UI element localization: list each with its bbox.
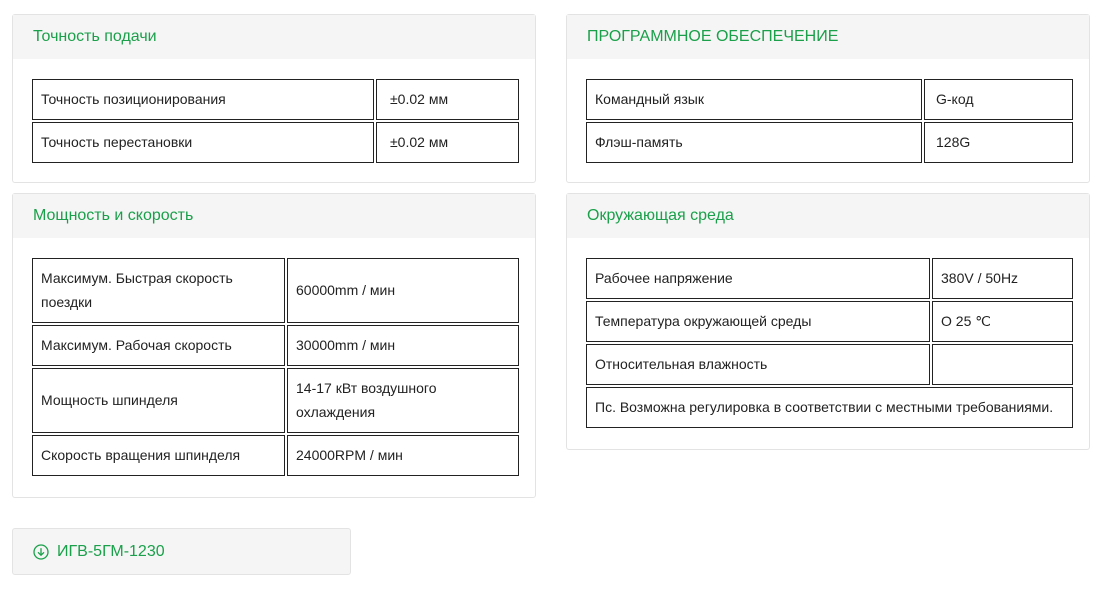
table-row: Командный язык G-код [586, 79, 1073, 120]
environment-header: Окружающая среда [567, 194, 1089, 238]
spec-value [932, 344, 1073, 385]
spec-value: ±0.02 мм [376, 122, 519, 163]
software-table: Командный язык G-код Флэш-память 128G [584, 77, 1075, 165]
spec-value: 30000mm / мин [287, 325, 519, 366]
table-row: Максимум. Рабочая скорость 30000mm / мин [32, 325, 519, 366]
table-row: Скорость вращения шпинделя 24000RPM / ми… [32, 435, 519, 476]
spec-label: Температура окружающей среды [586, 301, 930, 342]
spec-label: Скорость вращения шпинделя [32, 435, 285, 476]
spec-value: 128G [924, 122, 1073, 163]
power-speed-header: Мощность и скорость [13, 194, 535, 238]
spec-label: Рабочее напряжение [586, 258, 930, 299]
table-row: Точность перестановки ±0.02 мм [32, 122, 519, 163]
table-row: Флэш-память 128G [586, 122, 1073, 163]
power-speed-title: Мощность и скорость [33, 207, 194, 224]
table-row: Рабочее напряжение 380V / 50Hz [586, 258, 1073, 299]
spec-value: 380V / 50Hz [932, 258, 1073, 299]
software-title: ПРОГРАММНОЕ ОБЕСПЕЧЕНИЕ [587, 28, 839, 45]
spec-value: 24000RPM / мин [287, 435, 519, 476]
download-circle-icon [33, 543, 57, 560]
power-speed-panel: Мощность и скорость Максимум. Быстрая ск… [12, 193, 536, 498]
table-row: Точность позиционирования ±0.02 мм [32, 79, 519, 120]
download-button[interactable]: ИГВ-5ГМ-1230 [12, 528, 351, 575]
spec-label: Флэш-память [586, 122, 922, 163]
spec-label: Мощность шпинделя [32, 368, 285, 433]
feed-accuracy-table: Точность позиционирования ±0.02 мм Точно… [30, 77, 521, 165]
spec-label: Максимум. Рабочая скорость [32, 325, 285, 366]
spec-label: Относительная влажность [586, 344, 930, 385]
spec-value: 14-17 кВт воздушного охлаждения [287, 368, 519, 433]
spec-value: O 25 ℃ [932, 301, 1073, 342]
feed-accuracy-header: Точность подачи [13, 15, 535, 59]
environment-note: Пс. Возможна регулировка в соответствии … [586, 387, 1073, 428]
spec-value: 60000mm / мин [287, 258, 519, 323]
table-row: Максимум. Быстрая скорость поездки 60000… [32, 258, 519, 323]
environment-table: Рабочее напряжение 380V / 50Hz Температу… [584, 256, 1075, 430]
feed-accuracy-title: Точность подачи [33, 28, 157, 45]
spec-label: Максимум. Быстрая скорость поездки [32, 258, 285, 323]
power-speed-table: Максимум. Быстрая скорость поездки 60000… [30, 256, 521, 478]
spec-label: Точность позиционирования [32, 79, 374, 120]
download-label: ИГВ-5ГМ-1230 [57, 542, 165, 560]
spec-value: ±0.02 мм [376, 79, 519, 120]
spec-value: G-код [924, 79, 1073, 120]
table-row: Мощность шпинделя 14-17 кВт воздушного о… [32, 368, 519, 433]
spec-label: Точность перестановки [32, 122, 374, 163]
feed-accuracy-panel: Точность подачи Точность позиционировани… [12, 14, 536, 183]
table-row: Относительная влажность [586, 344, 1073, 385]
software-panel: ПРОГРАММНОЕ ОБЕСПЕЧЕНИЕ Командный язык G… [566, 14, 1090, 183]
spec-label: Командный язык [586, 79, 922, 120]
software-header: ПРОГРАММНОЕ ОБЕСПЕЧЕНИЕ [567, 15, 1089, 59]
table-row: Температура окружающей среды O 25 ℃ [586, 301, 1073, 342]
table-row: Пс. Возможна регулировка в соответствии … [586, 387, 1073, 428]
environment-panel: Окружающая среда Рабочее напряжение 380V… [566, 193, 1090, 450]
environment-title: Окружающая среда [587, 207, 734, 224]
